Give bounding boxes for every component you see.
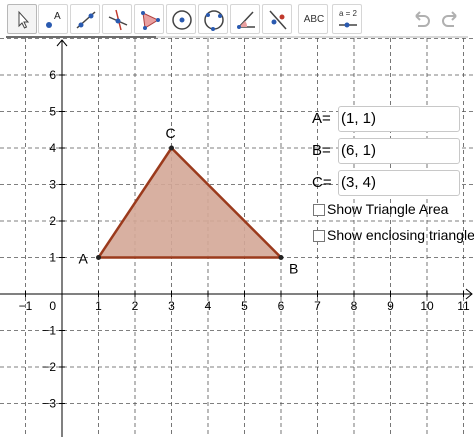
redo-icon[interactable] — [440, 8, 462, 30]
y-tick-label: −1 — [42, 324, 56, 338]
line-tool-button[interactable] — [70, 4, 100, 34]
circle-three-points-tool-button[interactable] — [198, 4, 228, 34]
point-c-input[interactable]: (3, 4) — [338, 170, 460, 196]
triangle-polygon[interactable] — [97, 146, 283, 259]
x-tick-label: 1 — [95, 299, 102, 313]
svg-text:A: A — [54, 11, 61, 22]
text-icon: ABC — [303, 14, 325, 25]
point-c-label: C= — [312, 174, 332, 191]
reflect-icon — [269, 10, 287, 30]
line-icon — [76, 11, 96, 29]
circle-icon — [172, 10, 192, 30]
x-tick-label: 5 — [241, 299, 248, 313]
arrow-cursor-icon — [18, 10, 30, 29]
point-tool-button[interactable]: A — [38, 4, 68, 34]
point-c-label: C — [166, 125, 176, 141]
x-tick-label: 2 — [132, 299, 139, 313]
undo-icon[interactable] — [410, 8, 432, 30]
x-tick-label: 11 — [457, 299, 470, 313]
x-tick-label: 10 — [420, 299, 434, 313]
point-c[interactable] — [169, 145, 174, 151]
toolbar: A ABC a = 2 — [0, 0, 474, 36]
show-triangle-area-label: Show Triangle Area — [327, 201, 449, 217]
x-tick-label: 3 — [168, 299, 175, 313]
point-icon: A — [46, 11, 61, 28]
x-tick-label: −1 — [19, 299, 33, 313]
point-a-label: A= — [312, 110, 331, 127]
circle-three-points-icon — [204, 10, 224, 31]
point-b[interactable] — [278, 255, 284, 260]
y-tick-label: −2 — [42, 360, 56, 374]
text-tool-button[interactable]: ABC — [298, 4, 328, 34]
y-tick-label: 4 — [49, 141, 56, 155]
point-a[interactable] — [96, 255, 101, 260]
show-enclosing-triangle-checkbox-row[interactable]: Show enclosing triangle — [313, 227, 474, 245]
point-a-label: A — [79, 251, 89, 267]
x-tick-label: 9 — [387, 299, 394, 313]
polygon-tool-button[interactable] — [134, 4, 164, 34]
polygon-icon — [141, 11, 160, 30]
reflect-tool-button[interactable] — [262, 4, 292, 34]
y-tick-label: 1 — [49, 251, 56, 265]
y-tick-label: −3 — [42, 397, 56, 411]
y-tick-label: 5 — [49, 105, 56, 119]
slider-icon — [339, 22, 357, 28]
move-tool-button[interactable] — [7, 4, 37, 34]
point-b-label: B — [289, 261, 298, 277]
circle-center-point-tool-button[interactable] — [166, 4, 196, 34]
x-tick-label: 4 — [205, 299, 212, 313]
perpendicular-line-tool-button[interactable] — [102, 4, 132, 34]
angle-tool-button[interactable] — [230, 4, 260, 34]
x-tick-label: 6 — [278, 299, 285, 313]
show-triangle-area-checkbox-row[interactable]: Show Triangle Area — [313, 201, 474, 219]
point-a-input[interactable]: (1, 1) — [338, 106, 460, 132]
x-tick-label: 7 — [314, 299, 321, 313]
y-tick-label: 3 — [49, 178, 56, 192]
show-enclosing-triangle-checkbox[interactable] — [313, 230, 325, 242]
slider-tool-button[interactable]: a = 2 — [332, 4, 362, 34]
angle-icon — [237, 11, 255, 29]
y-tick-label: 2 — [49, 214, 56, 228]
show-triangle-area-checkbox[interactable] — [313, 204, 325, 216]
origin-label: 0 — [49, 299, 56, 313]
x-tick-label: 8 — [351, 299, 358, 313]
point-b-label: B= — [312, 142, 331, 159]
show-enclosing-triangle-label: Show enclosing triangle — [327, 227, 474, 243]
triangle-abc[interactable] — [97, 146, 283, 259]
point-b-input[interactable]: (6, 1) — [338, 138, 460, 164]
y-tick-label: 6 — [49, 68, 56, 82]
perpendicular-line-icon — [108, 9, 128, 31]
